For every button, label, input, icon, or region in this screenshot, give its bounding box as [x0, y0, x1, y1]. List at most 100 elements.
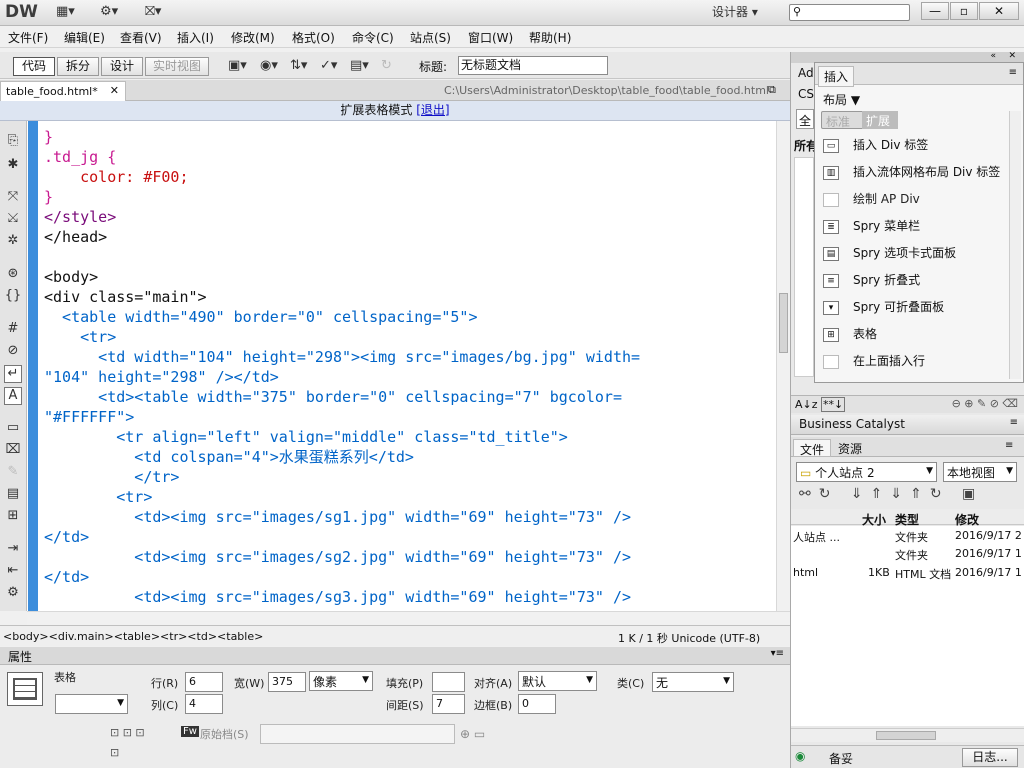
rows-input[interactable]: 6	[185, 672, 223, 692]
files-tab[interactable]: 文件	[793, 439, 832, 457]
close-icon[interactable]: ✕	[110, 84, 119, 97]
restore-button[interactable]: ▫	[950, 2, 978, 20]
site-select[interactable]: ▭ 个人站点 2	[796, 462, 937, 482]
expanded-mode-tab[interactable]: 扩展	[862, 111, 898, 129]
menu-window[interactable]: 窗口(W)	[468, 29, 513, 46]
width-input[interactable]: 375	[268, 672, 306, 692]
show-set-icon[interactable]: **↓	[821, 397, 846, 412]
indent-code-icon[interactable]: ⇥	[4, 541, 22, 559]
scroll-thumb[interactable]	[779, 293, 788, 353]
business-catalyst-header[interactable]: Business Catalyst ≡	[791, 415, 1024, 435]
code-vertical-scrollbar[interactable]	[776, 121, 790, 611]
line-numbers-icon[interactable]: #	[4, 321, 22, 339]
preview-browser-icon[interactable]: ◉▾	[260, 58, 278, 73]
collapse-selection-icon[interactable]: ⤩	[4, 211, 22, 229]
panel-menu-icon[interactable]: ≡	[1009, 67, 1017, 78]
search-input[interactable]: ⚲	[789, 4, 910, 21]
tag-selector[interactable]: <body><div.main><table><tr><td><table>	[3, 630, 263, 643]
insert-div-tag[interactable]: ▭ 插入 Div 标签	[823, 134, 928, 156]
collapse-icon[interactable]: «	[990, 51, 996, 61]
design-view-button[interactable]: 设计	[101, 57, 143, 76]
menu-site[interactable]: 站点(S)	[410, 29, 451, 46]
border-input[interactable]: 0	[518, 694, 556, 714]
visual-aids-icon[interactable]: ▤▾	[350, 58, 369, 73]
code-horizontal-scrollbar[interactable]	[27, 611, 790, 625]
spry-accordion[interactable]: ≡ Spry 折叠式	[823, 269, 920, 291]
menu-help[interactable]: 帮助(H)	[529, 29, 571, 46]
panel-menu-icon[interactable]: ▾≡	[771, 648, 784, 659]
menu-edit[interactable]: 编辑(E)	[64, 29, 105, 46]
view-select[interactable]: 本地视图	[943, 462, 1017, 482]
word-wrap-icon[interactable]: ↵	[4, 365, 22, 383]
workspace-switcher[interactable]: 设计器 ▾	[712, 3, 758, 20]
wrap-tag-icon[interactable]: ✎	[4, 464, 22, 482]
menu-commands[interactable]: 命令(C)	[352, 29, 394, 46]
gear-icon[interactable]: ⚙▾	[100, 4, 118, 22]
panel-menu-icon[interactable]: ≡	[1010, 417, 1018, 428]
code-view-button[interactable]: 代码	[13, 57, 55, 76]
refresh-icon[interactable]: ↻	[381, 58, 392, 73]
draw-ap-div[interactable]: 绘制 AP Div	[823, 188, 920, 210]
menu-view[interactable]: 查看(V)	[120, 29, 162, 46]
cols-input[interactable]: 4	[185, 694, 223, 714]
insert-tab[interactable]: 插入	[818, 66, 855, 87]
code-editor[interactable]: } .td_jg { color: #F00;} </style> </head> <…	[39, 121, 776, 611]
spacing-input[interactable]: 7	[432, 694, 465, 714]
site-icon[interactable]: ⛝▾	[145, 4, 161, 22]
show-code-navigator-icon[interactable]: ✱	[4, 157, 22, 175]
remove-comment-icon[interactable]: ⌧	[4, 442, 22, 460]
padding-input[interactable]	[432, 672, 465, 692]
syntax-coloring-icon[interactable]: A	[4, 387, 22, 405]
class-select[interactable]: 无	[652, 672, 734, 692]
insert-fluid-grid-div[interactable]: ▥ 插入流体网格布局 Div 标签	[823, 161, 1000, 183]
width-unit-select[interactable]: 像素	[309, 671, 373, 691]
open-documents-icon[interactable]: ⎘	[4, 133, 22, 151]
css-all-button[interactable]: 全	[796, 109, 814, 129]
format-source-icon[interactable]: ⚙	[4, 585, 22, 603]
source-input[interactable]	[260, 724, 455, 744]
multiscreen-icon[interactable]: ▣▾	[228, 58, 247, 73]
spry-menu-bar[interactable]: ≣ Spry 菜单栏	[823, 215, 920, 237]
panel-menu-icon[interactable]: ≡	[1005, 440, 1013, 451]
expand-all-icon[interactable]: ✲	[4, 233, 22, 251]
apply-comment-icon[interactable]: ▭	[4, 420, 22, 438]
file-name[interactable]: 人站点 ...	[793, 529, 840, 545]
exit-mode-link[interactable]: [退出]	[416, 103, 449, 117]
move-css-icon[interactable]: ⊞	[4, 508, 22, 526]
insert-category-select[interactable]: 布局 ▼	[823, 91, 860, 108]
recent-snippets-icon[interactable]: ▤	[4, 486, 22, 504]
file-management-icon[interactable]: ⇅▾	[290, 58, 307, 73]
convert-widths-icon[interactable]: ⊡	[110, 746, 119, 759]
log-button[interactable]: 日志...	[962, 748, 1018, 767]
css-rule-list[interactable]	[794, 157, 814, 377]
table-id-select[interactable]	[55, 694, 128, 714]
spry-collapsible-panel[interactable]: ▾ Spry 可折叠面板	[823, 296, 944, 318]
close-button[interactable]: ✕	[979, 2, 1019, 20]
css-tab-ad[interactable]: Ad	[798, 66, 814, 80]
balance-braces-icon[interactable]: {}	[4, 288, 22, 306]
assets-tab[interactable]: 资源	[832, 439, 868, 457]
collapse-full-tag-icon[interactable]: ⤧	[4, 189, 22, 207]
menu-format[interactable]: 格式(O)	[292, 29, 335, 46]
insert-scrollbar[interactable]	[1009, 111, 1021, 379]
highlight-invalid-icon[interactable]: ⊘	[4, 343, 22, 361]
css-action-icons[interactable]: ⊖ ⊕ ✎ ⊘ ⌫	[952, 397, 1018, 410]
split-view-button[interactable]: 拆分	[57, 57, 99, 76]
live-view-button[interactable]: 实时视图	[145, 57, 209, 76]
menu-file[interactable]: 文件(F)	[8, 29, 48, 46]
file-name[interactable]: html	[793, 566, 818, 579]
outdent-code-icon[interactable]: ⇤	[4, 563, 22, 581]
minimize-button[interactable]: —	[921, 2, 949, 20]
menu-modify[interactable]: 修改(M)	[231, 29, 275, 46]
insert-row-above[interactable]: 在上面插入行	[823, 350, 925, 372]
css-tab-cs[interactable]: CS	[798, 87, 814, 101]
files-horizontal-scrollbar[interactable]	[791, 728, 1024, 742]
standard-mode-tab[interactable]: 标准	[826, 113, 850, 130]
menu-insert[interactable]: 插入(I)	[177, 29, 214, 46]
insert-table[interactable]: ⊞ 表格	[823, 323, 877, 345]
clear-heights-icon[interactable]: ⊡ ⊡ ⊡	[110, 726, 145, 739]
document-tab[interactable]: table_food.html* ✕	[0, 81, 126, 101]
w3c-validation-icon[interactable]: ✓▾	[320, 58, 337, 73]
page-title-input[interactable]: 无标题文档	[458, 56, 608, 75]
restore-document-icon[interactable]: ⧉	[768, 83, 776, 97]
